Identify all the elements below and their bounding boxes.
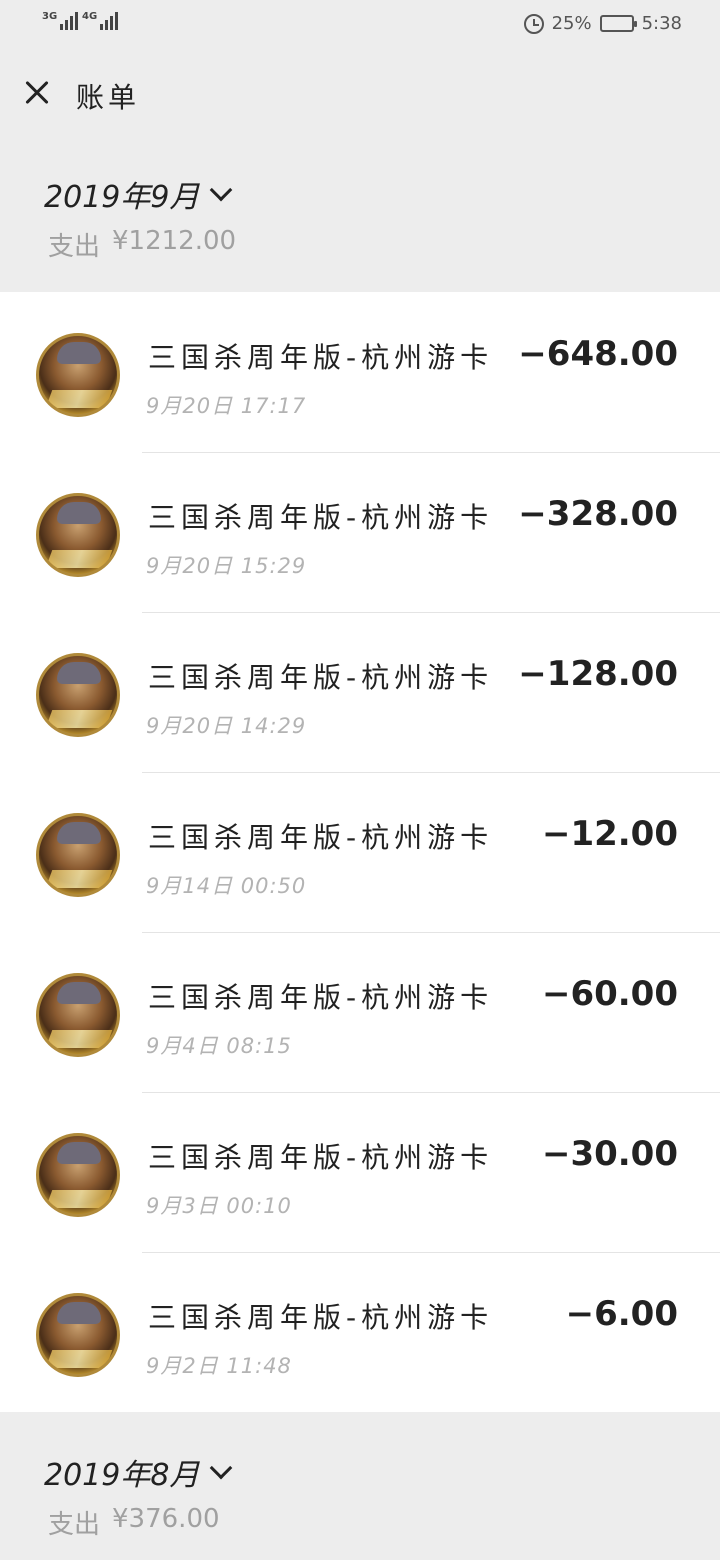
transaction-amount: −12.00 [541, 814, 678, 854]
merchant-avatar [36, 973, 120, 1057]
transaction-name: 三国杀周年版-杭州游卡 [148, 1301, 494, 1334]
merchant-avatar [36, 333, 120, 417]
transaction-time: 9月14日 00:50 [146, 874, 307, 898]
merchant-avatar [36, 493, 120, 577]
battery-icon [599, 15, 637, 32]
transaction-list: 三国杀周年版-杭州游卡 9月20日 17:17 −648.00 三国杀周年版-杭… [0, 292, 720, 1412]
transaction-item[interactable]: 三国杀周年版-杭州游卡 9月20日 17:17 −648.00 [0, 292, 720, 452]
transaction-name: 三国杀周年版-杭州游卡 [148, 661, 494, 694]
transaction-time: 9月20日 17:17 [146, 394, 307, 418]
transaction-time: 9月4日 08:15 [146, 1034, 292, 1058]
transaction-amount: −328.00 [518, 494, 678, 534]
merchant-avatar [36, 813, 120, 897]
transaction-item[interactable]: 三国杀周年版-杭州游卡 9月3日 00:10 −30.00 [0, 1092, 720, 1252]
transaction-time: 9月20日 14:29 [146, 714, 307, 738]
transaction-amount: −30.00 [541, 1134, 678, 1174]
alarm-icon [523, 13, 544, 34]
month-selector[interactable]: 2019年8月 [44, 1450, 233, 1494]
transaction-amount: −648.00 [518, 334, 678, 374]
signal-sim1-icon: 3G [42, 11, 79, 30]
clock: 5:38 [641, 13, 682, 34]
sim2-network-label: 4G [82, 11, 98, 22]
month-selector[interactable]: 2019年9月 [44, 172, 233, 216]
month-label: 2019年9月 [44, 180, 200, 215]
merchant-avatar [36, 1293, 120, 1377]
status-bar: 3G 4G 25% 5:38 [0, 0, 720, 50]
transaction-name: 三国杀周年版-杭州游卡 [148, 1141, 494, 1174]
transaction-item[interactable]: 三国杀周年版-杭州游卡 9月20日 14:29 −128.00 [0, 612, 720, 772]
month-label: 2019年8月 [44, 1458, 200, 1493]
merchant-avatar [36, 1133, 120, 1217]
transaction-item[interactable]: 三国杀周年版-杭州游卡 9月14日 00:50 −12.00 [0, 772, 720, 932]
expense-summary: 支出 ¥1212.00 [48, 226, 236, 263]
transaction-amount: −60.00 [541, 974, 678, 1014]
expense-total: ¥1212.00 [112, 226, 237, 256]
month-header-september: 2019年9月 支出 ¥1212.00 [0, 138, 720, 292]
sim1-network-label: 3G [42, 11, 58, 22]
merchant-avatar [36, 653, 120, 737]
transaction-name: 三国杀周年版-杭州游卡 [148, 981, 494, 1014]
transaction-item[interactable]: 三国杀周年版-杭州游卡 9月20日 15:29 −328.00 [0, 452, 720, 612]
status-right: 25% 5:38 [523, 13, 682, 34]
signal-sim2-icon: 4G [82, 11, 119, 30]
expense-label: 支出 [48, 1510, 101, 1540]
transaction-amount: −128.00 [518, 654, 678, 694]
transaction-time: 9月20日 15:29 [146, 554, 307, 578]
page-title: 账单 [76, 81, 141, 114]
expense-total: ¥376.00 [112, 1504, 220, 1534]
battery-percent: 25% [551, 13, 592, 34]
expense-summary: 支出 ¥376.00 [48, 1504, 220, 1541]
expense-label: 支出 [48, 232, 101, 262]
transaction-amount: −6.00 [565, 1294, 678, 1334]
transaction-name: 三国杀周年版-杭州游卡 [148, 821, 494, 854]
transaction-time: 9月3日 00:10 [146, 1194, 292, 1218]
nav-header: 账单 [0, 50, 720, 138]
transaction-item[interactable]: 三国杀周年版-杭州游卡 9月4日 08:15 −60.00 [0, 932, 720, 1092]
transaction-time: 9月2日 11:48 [146, 1354, 292, 1378]
transaction-name: 三国杀周年版-杭州游卡 [148, 341, 494, 374]
chevron-down-icon [210, 1456, 233, 1480]
transaction-item[interactable]: 三国杀周年版-杭州游卡 9月2日 11:48 −6.00 [0, 1252, 720, 1412]
chevron-down-icon [210, 178, 233, 202]
close-icon[interactable] [18, 74, 56, 112]
transaction-name: 三国杀周年版-杭州游卡 [148, 501, 494, 534]
month-header-august: 2019年8月 支出 ¥376.00 [0, 1412, 720, 1560]
